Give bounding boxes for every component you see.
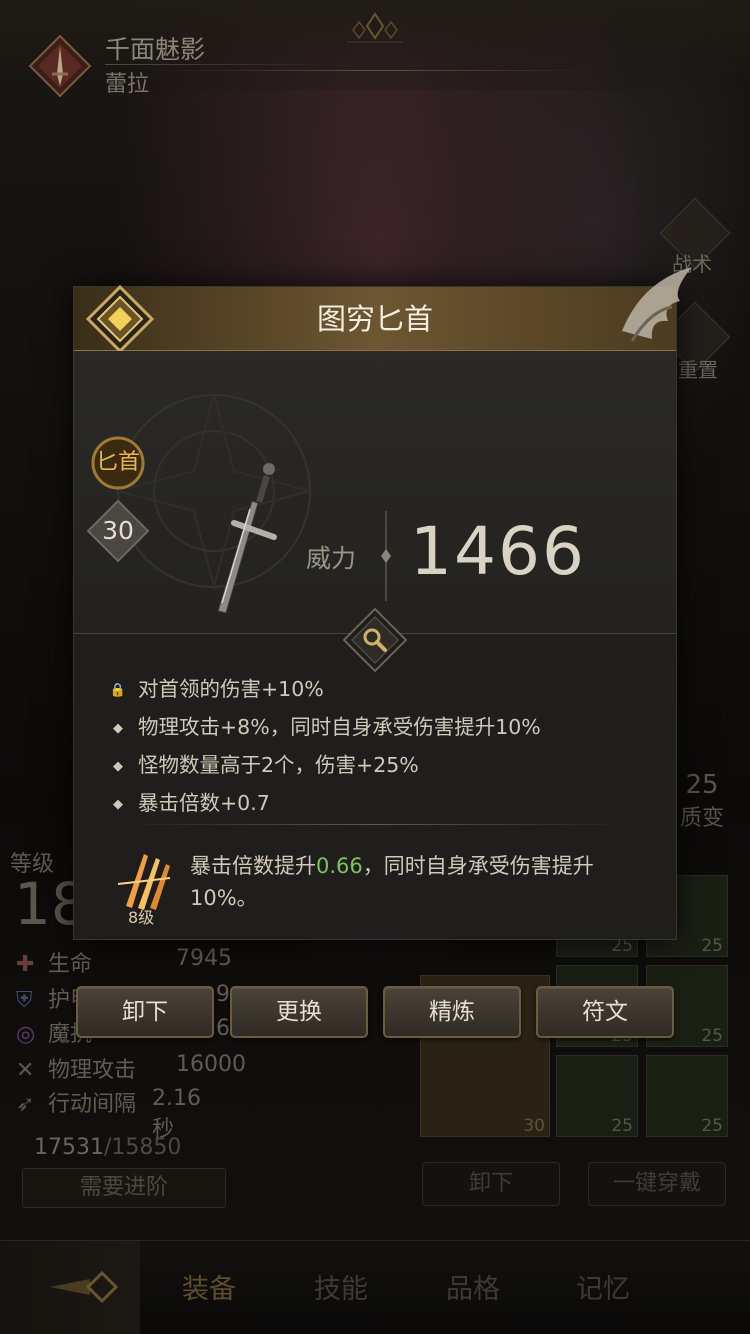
replace-button[interactable]: 更换 bbox=[230, 986, 368, 1038]
rune-button[interactable]: 符文 bbox=[536, 986, 674, 1038]
quality-change-button[interactable]: 25 质变 bbox=[672, 770, 732, 850]
attribute-text: 怪物数量高于2个，伤害+25% bbox=[138, 753, 419, 777]
slot-level: 30 bbox=[523, 1116, 545, 1136]
stat-row-health: ✚ 生命 7945 bbox=[16, 946, 232, 978]
stat-row-speed: ➶ 行动间隔 2.16秒 bbox=[16, 1086, 201, 1142]
equip-all-button[interactable]: 一键穿戴 bbox=[588, 1162, 726, 1206]
item-level: 30 bbox=[102, 516, 134, 545]
tab-equipment[interactable]: 装备 bbox=[182, 1267, 236, 1306]
advance-button[interactable]: 需要进阶 bbox=[22, 1168, 226, 1208]
exp-current: 17531 bbox=[34, 1135, 104, 1160]
quality-label: 质变 bbox=[679, 806, 724, 831]
attribute-line: ◆ 物理攻击+8%，同时自身承受伤害提升10% bbox=[106, 710, 541, 740]
slot-level: 25 bbox=[701, 936, 723, 956]
exp-max: /15850 bbox=[104, 1135, 182, 1160]
item-title: 图穷匕首 bbox=[316, 302, 433, 336]
stat-label: 物理攻击 bbox=[48, 1058, 137, 1083]
skill-highlight-value: 0.66 bbox=[316, 854, 363, 878]
attribute-line: ◆ 怪物数量高于2个，伤害+25% bbox=[106, 748, 419, 778]
attribute-text: 物理攻击+8%，同时自身承受伤害提升10% bbox=[138, 715, 541, 739]
unequip-button[interactable]: 卸下 bbox=[76, 986, 214, 1038]
hero-title: 千面魅影 bbox=[105, 35, 206, 64]
attribute-divider bbox=[124, 824, 628, 825]
stat-value: 6 bbox=[216, 1016, 230, 1041]
reset-label: 重置 bbox=[678, 358, 718, 382]
dagger-icon bbox=[217, 463, 277, 614]
slot-level: 25 bbox=[701, 1116, 723, 1136]
unequip-all-button[interactable]: 卸下 bbox=[422, 1162, 560, 1206]
hero-divider bbox=[105, 64, 310, 65]
stat-label: 生命 bbox=[48, 952, 93, 977]
wing-ornament-icon bbox=[622, 267, 692, 342]
skill-description: 暴击倍数提升0.66，同时自身承受伤害提升10%。 bbox=[190, 850, 650, 914]
home-diamond-icon bbox=[50, 1270, 119, 1304]
bottom-nav: 装备 技能 品格 记忆 bbox=[0, 1240, 750, 1334]
equipment-slot[interactable]: 25 bbox=[556, 1055, 638, 1137]
attack-icon: ✕ bbox=[16, 1058, 35, 1083]
tab-skills[interactable]: 技能 bbox=[314, 1267, 368, 1306]
power-separator bbox=[381, 511, 391, 601]
tab-memory[interactable]: 记忆 bbox=[576, 1267, 630, 1306]
skill-level: 8级 bbox=[128, 908, 155, 927]
top-ornament-line bbox=[160, 70, 600, 71]
item-overview: 匕首 30 威力 1466 bbox=[74, 351, 676, 633]
health-icon: ✚ bbox=[16, 952, 35, 977]
speed-icon: ➶ bbox=[16, 1092, 35, 1117]
slot-level: 25 bbox=[701, 1026, 723, 1046]
item-detail-modal: 图穷匕首 匕首 30 威力 1466 🔒 对首领的伤害+10% ◆ 物理攻击+8… bbox=[73, 267, 692, 940]
attribute-line: 🔒 对首领的伤害+10% bbox=[106, 672, 324, 702]
power-value: 1466 bbox=[410, 513, 586, 590]
stat-value: 9 bbox=[216, 982, 230, 1007]
weapon-type: 匕首 bbox=[95, 450, 140, 475]
magnify-icon[interactable] bbox=[342, 607, 408, 673]
power-label: 威力 bbox=[306, 544, 357, 573]
skill-text-before: 暴击倍数提升 bbox=[190, 854, 316, 878]
hero-name: 蕾拉 bbox=[105, 72, 150, 97]
diamond-bullet-icon: ◆ bbox=[113, 796, 123, 812]
crest-icon bbox=[347, 12, 403, 43]
equipment-slot[interactable]: 25 bbox=[646, 1055, 728, 1137]
armor-icon: ⛨ bbox=[16, 988, 33, 1013]
refine-button[interactable]: 精炼 bbox=[383, 986, 521, 1038]
attribute-text: 对首领的伤害+10% bbox=[138, 677, 324, 701]
diamond-bullet-icon: ◆ bbox=[113, 720, 123, 736]
attribute-line: ◆ 暴击倍数+0.7 bbox=[106, 786, 270, 816]
slot-level: 25 bbox=[611, 1116, 633, 1136]
stat-row-attack: ✕ 物理攻击 16000 bbox=[16, 1052, 246, 1084]
nav-home-button[interactable] bbox=[0, 1241, 140, 1334]
stat-value: 16000 bbox=[176, 1052, 246, 1077]
quality-value: 25 bbox=[685, 770, 719, 800]
rarity-emblem-icon bbox=[85, 284, 155, 354]
stat-value: 7945 bbox=[176, 946, 232, 971]
lock-icon: 🔒 bbox=[109, 682, 127, 698]
item-attributes: 🔒 对首领的伤害+10% ◆ 物理攻击+8%，同时自身承受伤害提升10% ◆ 怪物数量… bbox=[74, 634, 676, 939]
hero-class-emblem-icon bbox=[28, 34, 92, 98]
diamond-bullet-icon: ◆ bbox=[113, 758, 123, 774]
magic-resist-icon: ◎ bbox=[16, 1022, 36, 1047]
stat-label: 行动间隔 bbox=[48, 1092, 137, 1117]
experience-readout: 17531/15850 bbox=[34, 1135, 181, 1160]
attribute-text: 暴击倍数+0.7 bbox=[138, 791, 270, 815]
tab-character[interactable]: 品格 bbox=[446, 1267, 500, 1306]
